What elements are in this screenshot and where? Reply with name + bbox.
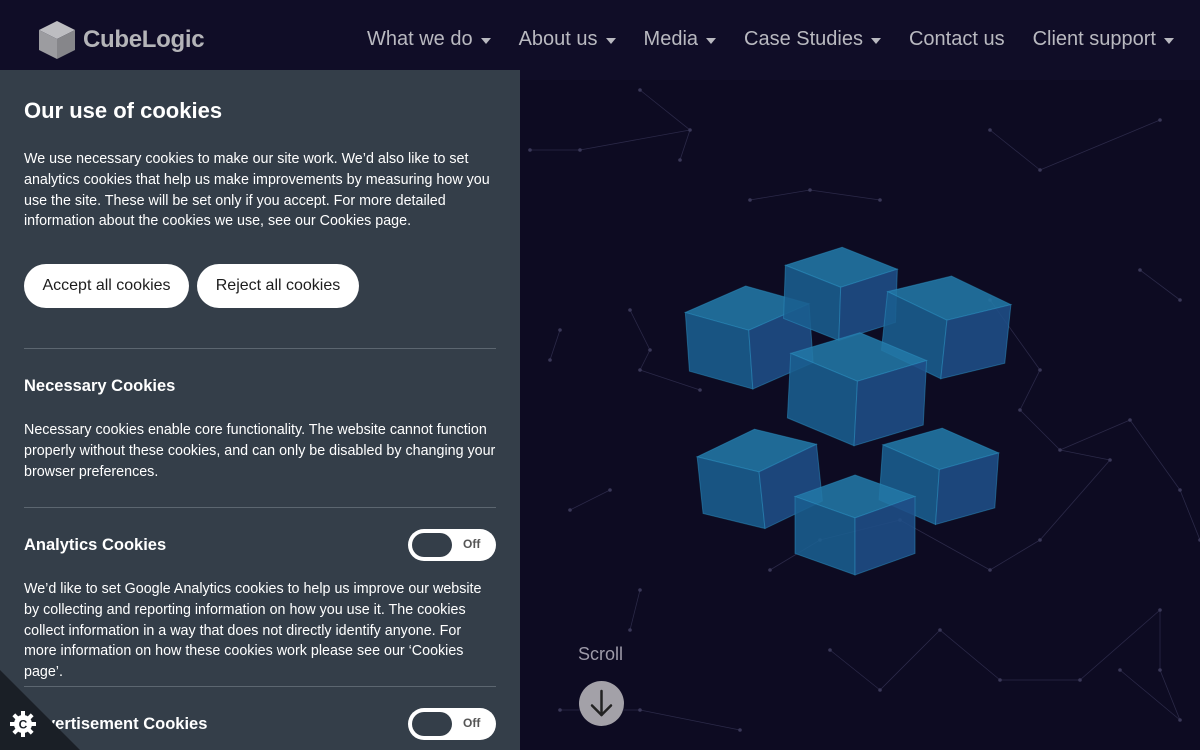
- advertisement-cookies-toggle[interactable]: Off: [408, 708, 496, 740]
- analytics-cookies-text: We’d like to set Google Analytics cookie…: [24, 581, 482, 681]
- nav-item[interactable]: Media: [643, 28, 717, 51]
- necessary-cookies-title: Necessary Cookies: [24, 377, 176, 395]
- caret-down-icon: [605, 37, 616, 44]
- analytics-cookies-toggle[interactable]: Off: [408, 529, 496, 561]
- cookie-intro-text: We use necessary cookies to make our sit…: [24, 151, 490, 230]
- nav-item-label: Contact us: [908, 28, 1005, 50]
- caret-down-icon: [706, 37, 717, 44]
- cookie-panel-title: Our use of cookies: [24, 98, 223, 123]
- caret-down-icon: [480, 37, 491, 44]
- nav-item[interactable]: Contact us: [909, 28, 1005, 51]
- caret-down-icon: [1164, 37, 1174, 44]
- analytics-cookies-title: Analytics Cookies: [24, 536, 167, 554]
- nav-item[interactable]: Case Studies: [744, 28, 881, 51]
- toggle-knob: [412, 533, 452, 557]
- logo[interactable]: CubeLogic: [37, 20, 205, 60]
- accept-all-cookies-button[interactable]: Accept all cookies: [24, 264, 189, 308]
- nav-item[interactable]: Client support: [1033, 28, 1174, 51]
- nav-item-label: What we do: [366, 28, 473, 50]
- nav-item[interactable]: What we do: [367, 28, 491, 51]
- divider: [24, 686, 496, 687]
- scroll-label: Scroll: [578, 644, 624, 664]
- svg-text:C: C: [19, 718, 28, 732]
- nav-item-label: Media: [643, 28, 699, 50]
- cube-shape: [793, 474, 917, 576]
- toggle-state-label: Off: [463, 537, 481, 551]
- scroll-down-button[interactable]: [579, 681, 624, 726]
- brand-name: CubeLogic: [83, 26, 205, 53]
- divider: [24, 507, 496, 508]
- reject-all-cookies-button[interactable]: Reject all cookies: [197, 264, 359, 308]
- cookie-settings-icon[interactable]: C: [9, 710, 37, 738]
- caret-down-icon: [870, 37, 881, 44]
- nav-item-label: Case Studies: [744, 28, 863, 50]
- toggle-state-label: Off: [463, 716, 481, 730]
- toggle-knob: [412, 712, 452, 736]
- arrow-down-icon: [590, 689, 613, 717]
- cookie-consent-panel: Our use of cookies We use necessary cook…: [0, 70, 520, 750]
- divider: [24, 348, 496, 349]
- site-header: CubeLogic What we do About us Media Case St…: [0, 0, 1200, 80]
- nav-item-label: About us: [518, 28, 598, 50]
- nav-item-label: Client support: [1032, 28, 1156, 50]
- necessary-cookies-text: Necessary cookies enable core functional…: [24, 422, 496, 480]
- main-nav: What we do About us Media Case Studies Conta…: [339, 28, 1174, 51]
- nav-item[interactable]: About us: [519, 28, 616, 51]
- cube-icon: [39, 21, 75, 59]
